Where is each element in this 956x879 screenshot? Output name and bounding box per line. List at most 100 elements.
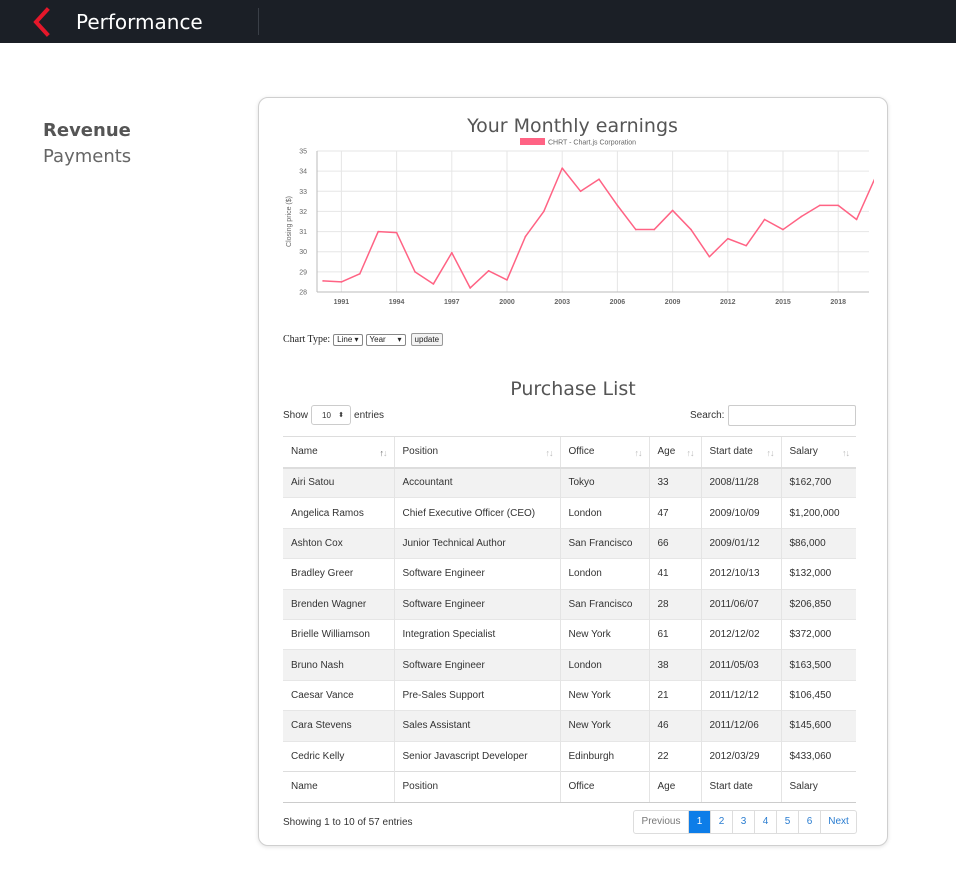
table-row[interactable]: Cara Stevens Sales Assistant New York 46 201… — [283, 710, 856, 742]
cell-salary: $162,700 — [780, 466, 856, 498]
search-label: Search: — [690, 410, 725, 421]
table-row[interactable]: Cedric Kelly Senior Javascript Developer E… — [283, 740, 856, 772]
footer-office: Office — [559, 770, 649, 803]
cell-salary: $145,600 — [780, 710, 856, 742]
table-row[interactable]: Brielle Williamson Integration Specialist… — [283, 618, 856, 650]
cell-office: Tokyo — [559, 466, 649, 498]
x-tick-label: 2018 — [830, 299, 846, 306]
length-control: Show 10 ⬍ entries — [283, 405, 384, 425]
chart-period-value: Year — [369, 334, 386, 344]
legend-label: CHRT - Chart.js Corporation — [548, 140, 636, 147]
table-row[interactable]: Airi Satou Accountant Tokyo 33 2008/11/28 $16… — [283, 466, 856, 498]
table-row[interactable]: Bradley Greer Software Engineer London 41 20… — [283, 558, 856, 590]
cell-position: Pre-Sales Support — [393, 679, 560, 711]
table-row[interactable]: Caesar Vance Pre-Sales Support New York 21 2… — [283, 679, 856, 711]
table-row[interactable]: Angelica Ramos Chief Executive Officer (C… — [283, 497, 856, 529]
footer-position: Position — [393, 770, 560, 803]
page-button-6[interactable]: 6 — [798, 811, 820, 833]
cell-age: 28 — [648, 588, 701, 620]
data-point — [414, 271, 416, 273]
cell-name: Cedric Kelly — [283, 740, 394, 772]
data-point — [451, 251, 453, 254]
table-row[interactable]: Bruno Nash Software Engineer London 38 2011/… — [283, 649, 856, 681]
chart-controls: Chart Type: Line ▾ Year ▾ update — [283, 333, 444, 346]
cell-age: 38 — [648, 649, 701, 681]
y-tick-label: 29 — [299, 269, 307, 276]
cell-start-date: 2008/11/28 — [700, 466, 781, 498]
chart-period-select[interactable]: Year ▾ — [365, 333, 406, 346]
column-header-office[interactable]: Office ↑↓ — [559, 436, 649, 469]
cell-name: Bruno Nash — [283, 649, 394, 681]
update-button[interactable]: update — [410, 333, 444, 346]
column-header-salary[interactable]: Salary ↑↓ — [780, 436, 856, 469]
sort-icon: ↑↓ — [686, 448, 695, 458]
previous-page-button[interactable]: Previous — [634, 811, 688, 833]
page-button-1[interactable]: 1 — [688, 811, 710, 833]
series-line — [322, 167, 874, 289]
data-point — [671, 209, 674, 212]
data-point — [837, 204, 839, 207]
cell-position: Sales Assistant — [393, 710, 560, 742]
cell-start-date: 2011/06/07 — [700, 588, 781, 620]
cell-name: Caesar Vance — [283, 679, 394, 711]
sort-asc-icon: ↑↓ — [379, 448, 388, 458]
cell-office: London — [559, 497, 649, 529]
chart-title: Your Monthly earnings — [467, 115, 678, 137]
column-header-start-date[interactable]: Start date ↑↓ — [700, 436, 781, 469]
y-tick-label: 31 — [299, 229, 307, 236]
cell-age: 66 — [648, 527, 701, 559]
cell-position: Software Engineer — [393, 649, 560, 681]
cell-position: Accountant — [393, 466, 560, 498]
chart-type-select[interactable]: Line ▾ — [333, 333, 363, 346]
data-point — [819, 204, 821, 207]
data-point — [543, 210, 545, 213]
page-button-2[interactable]: 2 — [710, 811, 732, 833]
cell-start-date: 2012/10/13 — [700, 558, 781, 590]
sort-icon: ↑↓ — [634, 448, 643, 458]
back-button[interactable] — [30, 7, 58, 37]
table-row[interactable]: Ashton Cox Junior Technical Author San Fra… — [283, 527, 856, 559]
cell-salary: $132,000 — [780, 558, 856, 590]
data-point — [524, 235, 527, 238]
cell-position: Software Engineer — [393, 558, 560, 590]
cell-salary: $372,000 — [780, 618, 856, 650]
cell-name: Angelica Ramos — [283, 497, 394, 529]
page-button-4[interactable]: 4 — [754, 811, 776, 833]
purchase-list-title: Purchase List — [510, 378, 636, 400]
data-point — [359, 273, 361, 275]
column-header-label: Position — [402, 446, 439, 458]
table-row[interactable]: Brenden Wagner Software Engineer San Franc… — [283, 588, 856, 620]
footer-start-date: Start date — [700, 770, 781, 803]
sort-icon: ↑↓ — [842, 448, 850, 458]
select-arrows-icon: ⬍ — [338, 412, 345, 419]
cell-office: San Francisco — [559, 527, 649, 559]
y-axis-label: Closing price ($) — [286, 196, 293, 247]
column-header-label: Name — [291, 446, 318, 458]
cell-office: San Francisco — [559, 588, 649, 620]
data-point — [377, 230, 379, 233]
cell-start-date: 2011/12/06 — [700, 710, 781, 742]
cell-office: Edinburgh — [559, 740, 649, 772]
x-tick-label: 2012 — [720, 299, 736, 306]
next-page-button[interactable]: Next — [820, 811, 856, 833]
page-button-5[interactable]: 5 — [776, 811, 798, 833]
search-input[interactable] — [728, 405, 857, 426]
column-header-name[interactable]: Name ↑↓ — [283, 436, 394, 469]
cell-position: Chief Executive Officer (CEO) — [393, 497, 560, 529]
cell-age: 33 — [648, 466, 701, 498]
top-bar: Performance — [0, 0, 956, 43]
table-footer-row: Name Position Office Age Start date Sala… — [283, 770, 856, 803]
cell-start-date: 2009/01/12 — [700, 527, 781, 559]
data-point — [763, 218, 766, 221]
nav-item-payments[interactable]: Payments — [43, 144, 131, 170]
column-header-position[interactable]: Position ↑↓ — [393, 436, 560, 469]
page-button-3[interactable]: 3 — [732, 811, 754, 833]
cell-name: Bradley Greer — [283, 558, 394, 590]
chevron-left-icon — [33, 7, 50, 37]
column-header-label: Salary — [789, 446, 818, 458]
column-header-label: Start date — [709, 446, 753, 458]
page-length-select[interactable]: 10 ⬍ — [311, 405, 352, 425]
page-title: Performance — [76, 10, 203, 34]
cell-name: Brenden Wagner — [283, 588, 394, 620]
column-header-age[interactable]: Age ↑↓ — [648, 436, 701, 469]
